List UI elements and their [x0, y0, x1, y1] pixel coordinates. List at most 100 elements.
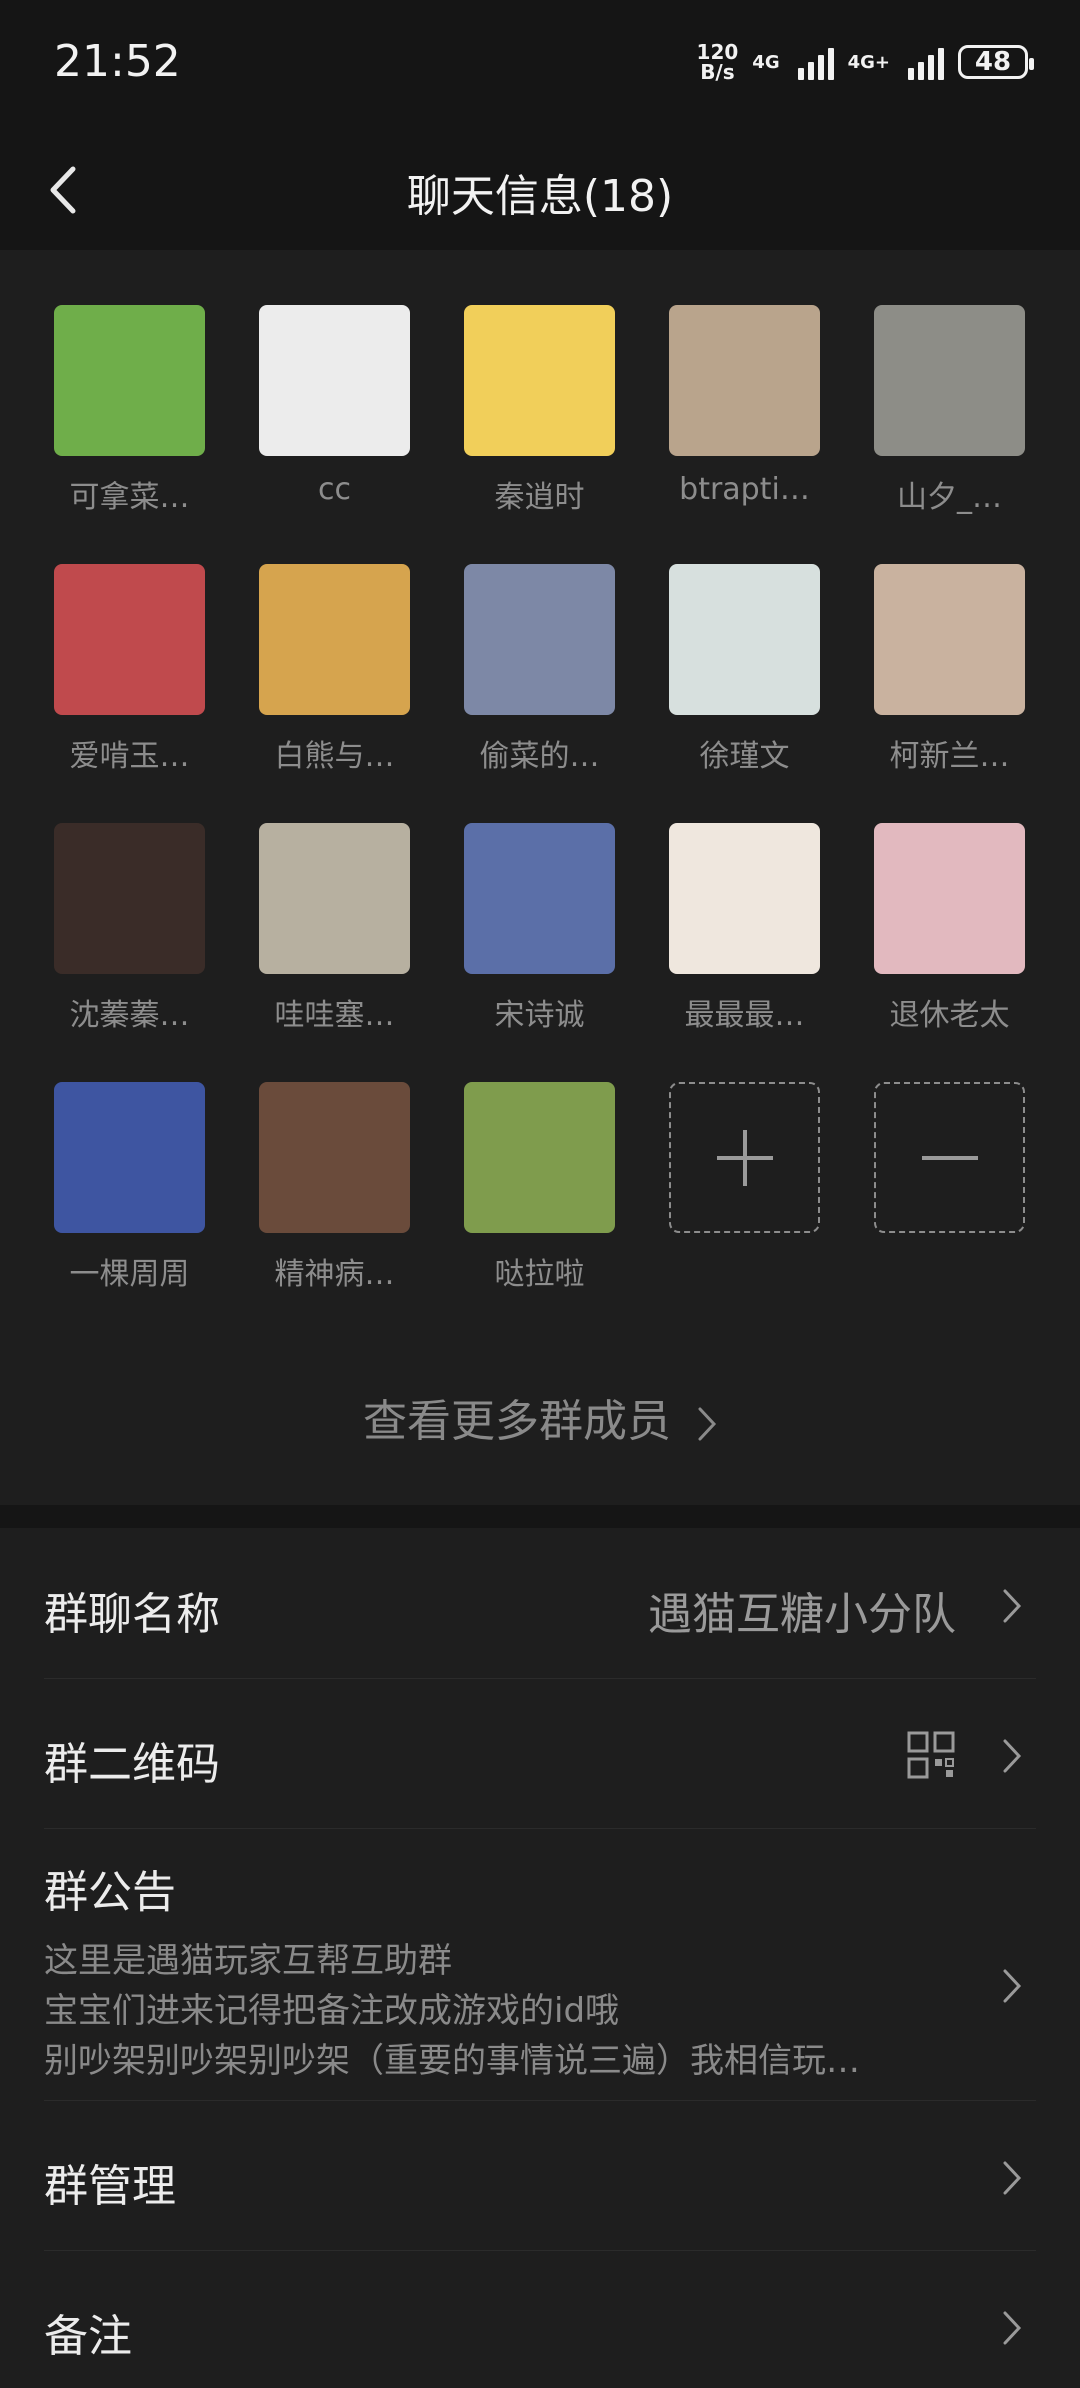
member-avatar[interactable] [259, 305, 410, 456]
group-name-row[interactable]: 群聊名称 遇猫互糖小分队 [44, 1528, 1036, 1679]
member-avatar[interactable] [669, 823, 820, 974]
member-name: 宋诗诚 [494, 998, 585, 1033]
notice-line: 这里是遇猫玩家互帮互助群 [44, 1941, 452, 1981]
member-item[interactable]: 一棵周周 [54, 1082, 205, 1341]
minus-icon [921, 1155, 978, 1160]
member-grid: 可拿菜… cc 秦逍时 btrapti… 山夕_… 爱啃玉… 白熊与… 偷菜的… 徐瑾文 柯新兰…… [54, 305, 1026, 1341]
network-speed-unit: B/s [700, 60, 735, 84]
member-name: 偷菜的… [479, 739, 600, 774]
add-member-button[interactable] [669, 1082, 820, 1341]
member-avatar[interactable] [874, 823, 1025, 974]
member-avatar[interactable] [54, 564, 205, 715]
member-name: 徐瑾文 [699, 739, 790, 774]
group-notice-label: 群公告 [44, 1867, 176, 1918]
member-name: 精神病… [274, 1257, 395, 1292]
member-item[interactable]: 哇哇塞… [259, 823, 410, 1082]
member-avatar[interactable] [54, 305, 205, 456]
member-item[interactable]: 秦逍时 [464, 305, 615, 564]
group-name-value: 遇猫互糖小分队 [648, 1589, 956, 1640]
qr-code-icon [907, 1731, 955, 1779]
member-name: 爱啃玉… [69, 739, 190, 774]
member-avatar[interactable] [464, 305, 615, 456]
member-name: cc [318, 472, 351, 507]
network-type-2: 4G+ [847, 51, 890, 73]
member-name: 白熊与… [274, 739, 395, 774]
member-name: 哇哇塞… [274, 998, 395, 1033]
member-item[interactable]: 宋诗诚 [464, 823, 615, 1082]
signal-icon [797, 44, 834, 80]
member-name: btrapti… [679, 472, 810, 507]
remark-label: 备注 [44, 2311, 132, 2362]
member-avatar[interactable] [874, 305, 1025, 456]
member-item[interactable]: 哒拉啦 [464, 1082, 615, 1341]
status-icons: 120 B/s 4G 4G+ 48 [697, 42, 1034, 82]
notice-line: 别吵架别吵架别吵架（重要的事情说三遍）我相信玩… [44, 2041, 860, 2081]
member-item[interactable]: 退休老太 [874, 823, 1025, 1082]
member-avatar[interactable] [259, 1082, 410, 1233]
settings-list: 群聊名称 遇猫互糖小分队 群二维码 群公告 这里是遇猫玩家互帮互助群 宝宝们进来… [0, 1528, 1080, 2388]
group-qr-row[interactable]: 群二维码 [44, 1678, 1036, 1829]
chevron-right-icon [1003, 2311, 1022, 2345]
member-item[interactable]: 可拿菜… [54, 305, 205, 564]
clock: 21:52 [54, 36, 181, 87]
member-avatar[interactable] [259, 564, 410, 715]
member-avatar[interactable] [464, 823, 615, 974]
battery-icon: 48 [958, 45, 1034, 79]
member-avatar[interactable] [259, 823, 410, 974]
member-name: 柯新兰… [889, 739, 1010, 774]
member-name: 退休老太 [889, 998, 1010, 1033]
member-item[interactable]: 柯新兰… [874, 564, 1025, 823]
member-avatar[interactable] [874, 564, 1025, 715]
chevron-right-icon [1003, 2161, 1022, 2195]
member-item[interactable]: 徐瑾文 [669, 564, 820, 823]
page-title: 聊天信息(18) [406, 171, 674, 222]
group-manage-row[interactable]: 群管理 [44, 2100, 1036, 2251]
add-member-tile[interactable] [669, 1082, 820, 1233]
chevron-right-icon [698, 1407, 717, 1441]
plus-icon [716, 1129, 773, 1186]
chevron-right-icon [1003, 1739, 1022, 1773]
network-speed: 120 B/s [697, 42, 739, 82]
member-item[interactable]: btrapti… [669, 305, 820, 564]
member-item[interactable]: 山夕_… [874, 305, 1025, 564]
signal-icon-2 [908, 44, 944, 80]
members-panel: 可拿菜… cc 秦逍时 btrapti… 山夕_… 爱啃玉… 白熊与… 偷菜的… 徐瑾文 柯新兰…… [0, 250, 1080, 1505]
group-name-label: 群聊名称 [44, 1589, 220, 1640]
member-name: 秦逍时 [494, 480, 585, 515]
member-item[interactable]: 爱啃玉… [54, 564, 205, 823]
member-avatar[interactable] [669, 564, 820, 715]
remove-member-tile[interactable] [874, 1082, 1025, 1233]
remove-member-button[interactable] [874, 1082, 1025, 1341]
group-qr-label: 群二维码 [44, 1739, 220, 1790]
status-bar: 21:52 120 B/s 4G 4G+ 48 [0, 0, 1080, 130]
member-item[interactable]: 偷菜的… [464, 564, 615, 823]
remark-row[interactable]: 备注 [44, 2250, 1036, 2388]
title-bar: 聊天信息(18) [0, 130, 1080, 250]
group-manage-label: 群管理 [44, 2161, 176, 2212]
member-item[interactable]: cc [259, 305, 410, 564]
member-avatar[interactable] [464, 564, 615, 715]
member-name: 山夕_… [897, 480, 1002, 515]
member-item[interactable]: 沈蓁蓁… [54, 823, 205, 1082]
member-name: 沈蓁蓁… [69, 998, 190, 1033]
network-speed-value: 120 [696, 40, 739, 64]
network-type-1: 4G [752, 51, 780, 73]
member-avatar[interactable] [669, 305, 820, 456]
member-name: 最最最… [684, 998, 805, 1033]
view-more-label: 查看更多群成员 [363, 1396, 671, 1447]
member-name: 可拿菜… [69, 480, 190, 515]
member-name: 一棵周周 [69, 1257, 190, 1292]
notice-line: 宝宝们进来记得把备注改成游戏的id哦 [44, 1991, 620, 2031]
member-avatar[interactable] [54, 823, 205, 974]
member-item[interactable]: 最最最… [669, 823, 820, 1082]
group-notice-row[interactable]: 群公告 这里是遇猫玩家互帮互助群 宝宝们进来记得把备注改成游戏的id哦 别吵架别… [44, 1828, 1036, 2101]
member-name: 哒拉啦 [494, 1257, 585, 1292]
member-avatar[interactable] [464, 1082, 615, 1233]
chevron-right-icon [1003, 1589, 1022, 1623]
chevron-right-icon [1003, 1969, 1022, 2003]
view-more-members[interactable]: 查看更多群成员 [0, 1385, 1080, 1449]
member-item[interactable]: 精神病… [259, 1082, 410, 1341]
member-item[interactable]: 白熊与… [259, 564, 410, 823]
battery-level: 48 [974, 47, 1012, 77]
member-avatar[interactable] [54, 1082, 205, 1233]
